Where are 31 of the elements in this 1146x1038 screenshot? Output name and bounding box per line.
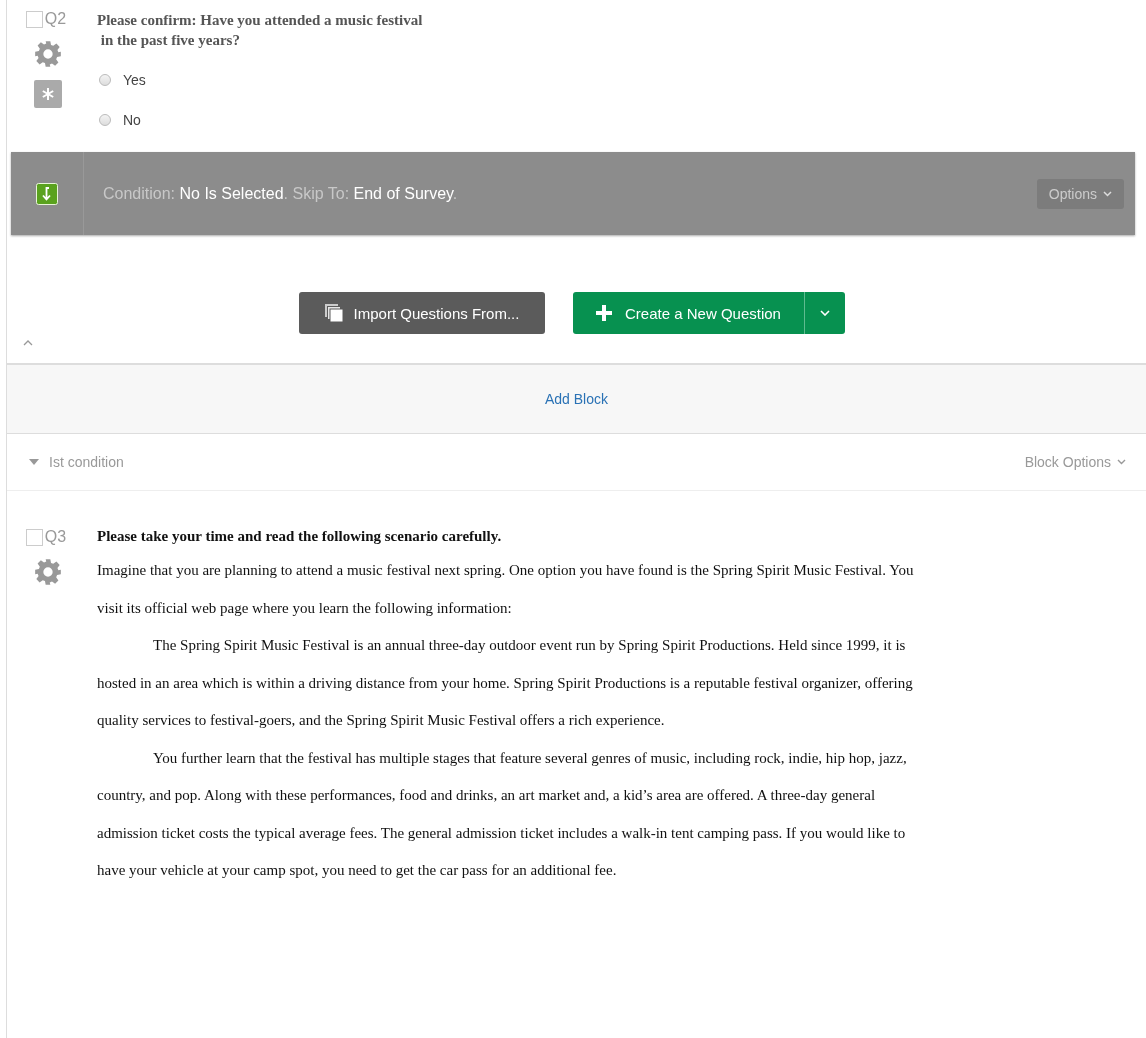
plus-icon [595,304,614,322]
options-button[interactable]: Options [1036,178,1124,209]
asterisk-icon[interactable] [34,80,62,108]
chevron-down-icon [1117,459,1126,465]
scenario-heading: Please take your time and read the following scenario carefully. [97,527,503,546]
import-questions-button[interactable]: Import Questions From... [298,292,545,334]
settings-icon[interactable] [34,558,62,586]
expand-toggle-icon[interactable] [29,458,39,466]
radio-button[interactable] [99,114,111,126]
scenario-paragraph: Imagine that you are planning to attend a music festival next spring. One option you have found is the Spring Spirit Music Festival. You visit its official web page where you learn the following information: [97,561,915,618]
question-number: Q3 [44,528,67,546]
chevron-down-icon [1103,190,1112,197]
question-number: Q2 [44,10,67,28]
condition-text: Condition: No Is Selected. Skip To: End of Survey. [103,184,459,203]
block-title: Ist condition [49,454,125,470]
option-label: Yes [123,72,146,88]
settings-icon[interactable] [34,40,62,68]
radio-button[interactable] [99,74,111,86]
collapse-icon[interactable] [23,340,33,346]
option-label: No [123,112,141,128]
create-question-button[interactable]: Create a New Question [572,292,804,334]
copy-icon [323,303,344,323]
chevron-down-icon [819,310,830,316]
scenario-paragraph: You further learn that the festival has multiple stages that feature several genres of music, including rock, indie, hip hop, jazz, country, and pop. Along with these performances, food and drinks, an art market and, a kid’s area are offered. A three-day general admission ticket costs the typical average fees. The general admission ticket includes a walk-in tent camping pass. If you would like to have your vehicle at your camp spot, you need to get the car pass for an additional fee. [97,748,908,880]
question-checkbox[interactable] [25,10,43,28]
scenario-paragraph: The Spring Spirit Music Festival is an annual three-day outdoor event run by Spring Spirit Productions. Held since 1999, it is hosted in an area which is within a driving distance from your home. Spring Spirit Productions is a reputable festival organizer, offering quality services to festival-goers, and the Spring Spirit Music Festival offers a rich experience. [97,636,914,730]
add-block-link[interactable]: Add Block [544,391,608,407]
block-options-button[interactable]: Block Options [1018,453,1132,471]
dropdown-button[interactable] [803,292,845,334]
question-text: Please confirm: Have you attended a music festival in the past five years? [97,11,423,50]
question-checkbox[interactable] [25,528,43,546]
